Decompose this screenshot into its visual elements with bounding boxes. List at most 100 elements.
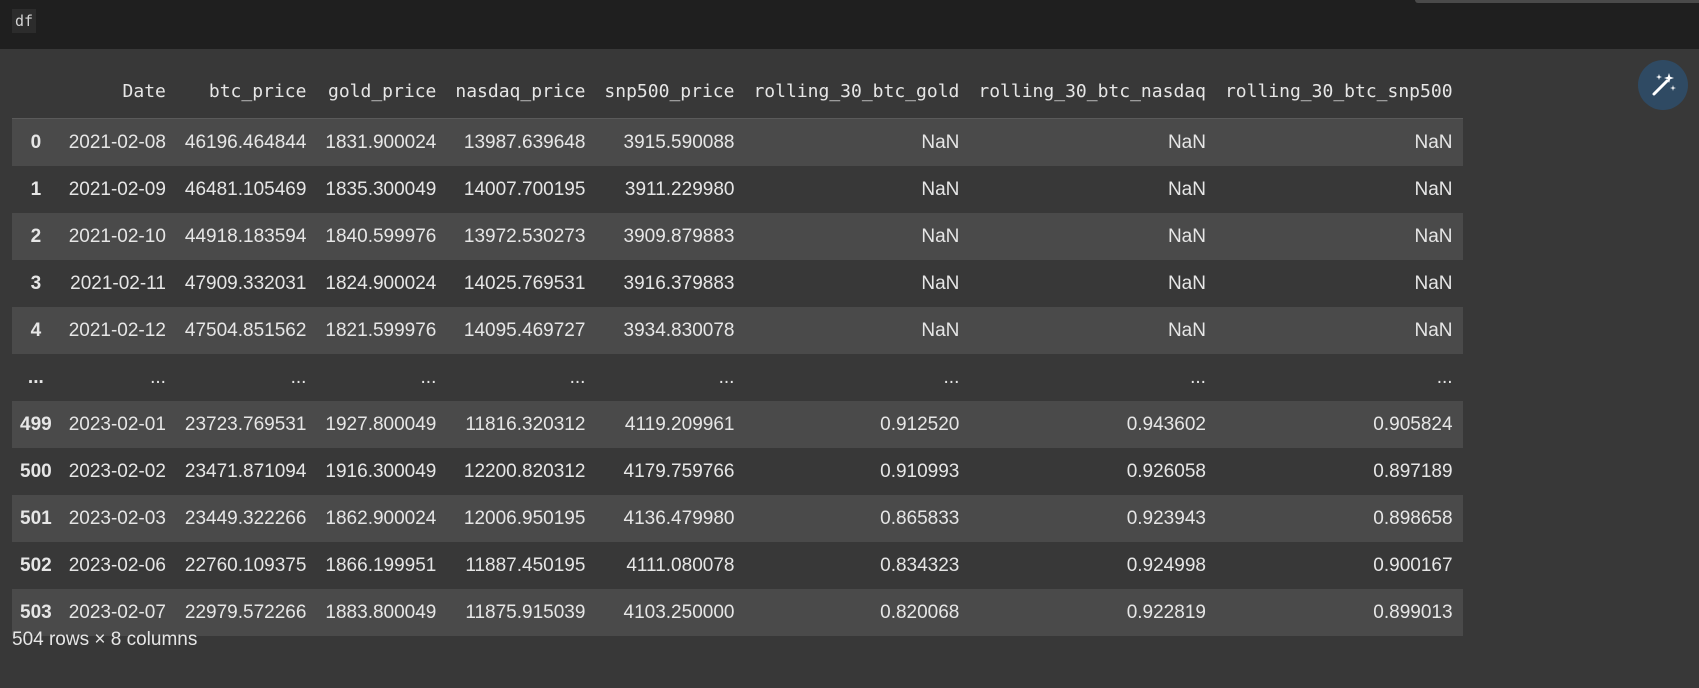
table-cell: 0.922819 (1126, 601, 1206, 623)
table-cell: 12006.950195 (463, 507, 586, 529)
row-index: 1 (30, 178, 42, 200)
table-row: 502 2023-02-06 22760.109375 1866.199951 1188… (12, 542, 1463, 589)
table-cell: 11887.450195 (465, 554, 586, 576)
table-cell: 23723.769531 (184, 413, 307, 435)
table-cell: 2021-02-12 (68, 319, 166, 341)
table-cell: NaN (921, 225, 960, 247)
table-cell: 1840.599976 (325, 225, 437, 247)
column-header: Date (59, 64, 176, 119)
code-cell-input[interactable]: df (0, 0, 1699, 49)
row-index: 500 (20, 460, 52, 482)
table-cell: 0.924998 (1126, 554, 1206, 576)
table-cell: 2021-02-11 (70, 272, 166, 294)
table-row: 499 2023-02-01 23723.769531 1927.800049 1181… (12, 401, 1463, 448)
table-cell: 23471.871094 (184, 460, 307, 482)
table-row: 503 2023-02-07 22979.572266 1883.800049 1187… (12, 589, 1463, 636)
table-cell: 2021-02-10 (68, 225, 166, 247)
table-cell: 13987.639648 (463, 131, 586, 153)
table-cell: 2023-02-02 (68, 460, 166, 482)
table-cell: NaN (1167, 178, 1206, 200)
row-index: 0 (30, 131, 42, 153)
table-cell: 14025.769531 (463, 272, 586, 294)
table-cell: NaN (1414, 131, 1453, 153)
table-cell: 1821.599976 (325, 319, 437, 341)
index-header (12, 64, 60, 119)
ellipsis-row: ........................... (12, 354, 1463, 401)
table-cell: ... (1190, 366, 1206, 388)
column-header: rolling_30_btc_snp500 (1215, 64, 1463, 119)
table-cell: ... (420, 366, 437, 388)
table-cell: 3911.229980 (624, 178, 735, 200)
table-cell: NaN (1414, 272, 1453, 294)
table-cell: 3915.590088 (623, 131, 735, 153)
column-header: snp500_price (595, 64, 745, 119)
table-cell: 1862.900024 (325, 507, 437, 529)
column-header: btc_price (175, 64, 317, 119)
column-header: gold_price (316, 64, 447, 119)
table-cell: 3909.879883 (623, 225, 735, 247)
table-cell: 47504.851562 (184, 319, 307, 341)
table-cell: 2023-02-03 (68, 507, 166, 529)
toolbar-edge (1415, 0, 1699, 3)
convert-to-interactive-button[interactable] (1638, 60, 1688, 110)
table-cell: NaN (1414, 319, 1453, 341)
table-cell: 4103.250000 (623, 601, 735, 623)
table-cell: 0.898658 (1373, 507, 1453, 529)
table-cell: ... (943, 366, 960, 388)
table-row: 2 2021-02-10 44918.183594 1840.599976 13972.… (12, 213, 1463, 260)
table-cell: 1927.800049 (325, 413, 437, 435)
table-cell: 0.905824 (1373, 413, 1453, 435)
table-cell: ... (569, 366, 586, 388)
table-cell: 13972.530273 (463, 225, 586, 247)
row-index: 2 (30, 225, 42, 247)
table-shape-footer: 504 rows × 8 columns (12, 629, 198, 650)
table-cell: NaN (1167, 225, 1206, 247)
table-cell: 0.923943 (1126, 507, 1206, 529)
table-cell: 0.910993 (880, 460, 960, 482)
table-row: 500 2023-02-02 23471.871094 1916.300049 1220… (12, 448, 1463, 495)
table-cell: 4179.759766 (623, 460, 735, 482)
row-index: 4 (30, 319, 42, 341)
code-editor-text[interactable]: df (12, 9, 37, 33)
table-cell: 3934.830078 (623, 319, 735, 341)
table-cell: ... (290, 366, 307, 388)
table-cell: NaN (1414, 178, 1453, 200)
table-cell: NaN (921, 319, 960, 341)
table-cell: 46481.105469 (184, 178, 307, 200)
column-header: nasdaq_price (446, 64, 596, 119)
table-cell: 0.865833 (880, 507, 960, 529)
table-row: 0 2021-02-08 46196.464844 1831.900024 13987.… (12, 118, 1463, 166)
table-cell: 0.834323 (880, 554, 960, 576)
table-cell: 1916.300049 (325, 460, 437, 482)
table-cell: 0.912520 (880, 413, 960, 435)
table-cell: 0.899013 (1373, 601, 1453, 623)
dataframe-table: Date btc_price gold_price nasdaq_price snp50… (12, 64, 1463, 636)
table-cell: 14095.469727 (463, 319, 586, 341)
column-header: rolling_30_btc_gold (744, 64, 970, 119)
table-body: 0 2021-02-08 46196.464844 1831.900024 13987.… (12, 118, 1463, 636)
table-cell: 0.820068 (880, 601, 960, 623)
table-cell: 23449.322266 (184, 507, 307, 529)
cell-output: Date btc_price gold_price nasdaq_price snp50… (0, 49, 1699, 688)
row-index: 502 (20, 554, 52, 576)
table-cell: 4111.080078 (626, 554, 735, 576)
table-cell: NaN (921, 178, 960, 200)
table-cell: 0.926058 (1126, 460, 1206, 482)
table-cell: 44918.183594 (184, 225, 307, 247)
table-cell: 1824.900024 (325, 272, 437, 294)
table-cell: 2021-02-08 (68, 131, 166, 153)
table-cell: ... (718, 366, 735, 388)
table-cell: 22760.109375 (184, 554, 307, 576)
row-index: 501 (20, 507, 52, 529)
table-cell: NaN (921, 131, 960, 153)
table-cell: NaN (1167, 319, 1206, 341)
table-cell: 0.900167 (1373, 554, 1453, 576)
column-header: rolling_30_btc_nasdaq (969, 64, 1216, 119)
table-cell: 14007.700195 (463, 178, 586, 200)
table-cell: 1866.199951 (325, 554, 437, 576)
table-cell: 0.897189 (1373, 460, 1453, 482)
table-cell: 3916.379883 (623, 272, 735, 294)
table-cell: NaN (1167, 131, 1206, 153)
table-cell: 1831.900024 (325, 131, 437, 153)
table-cell: 1883.800049 (325, 601, 437, 623)
